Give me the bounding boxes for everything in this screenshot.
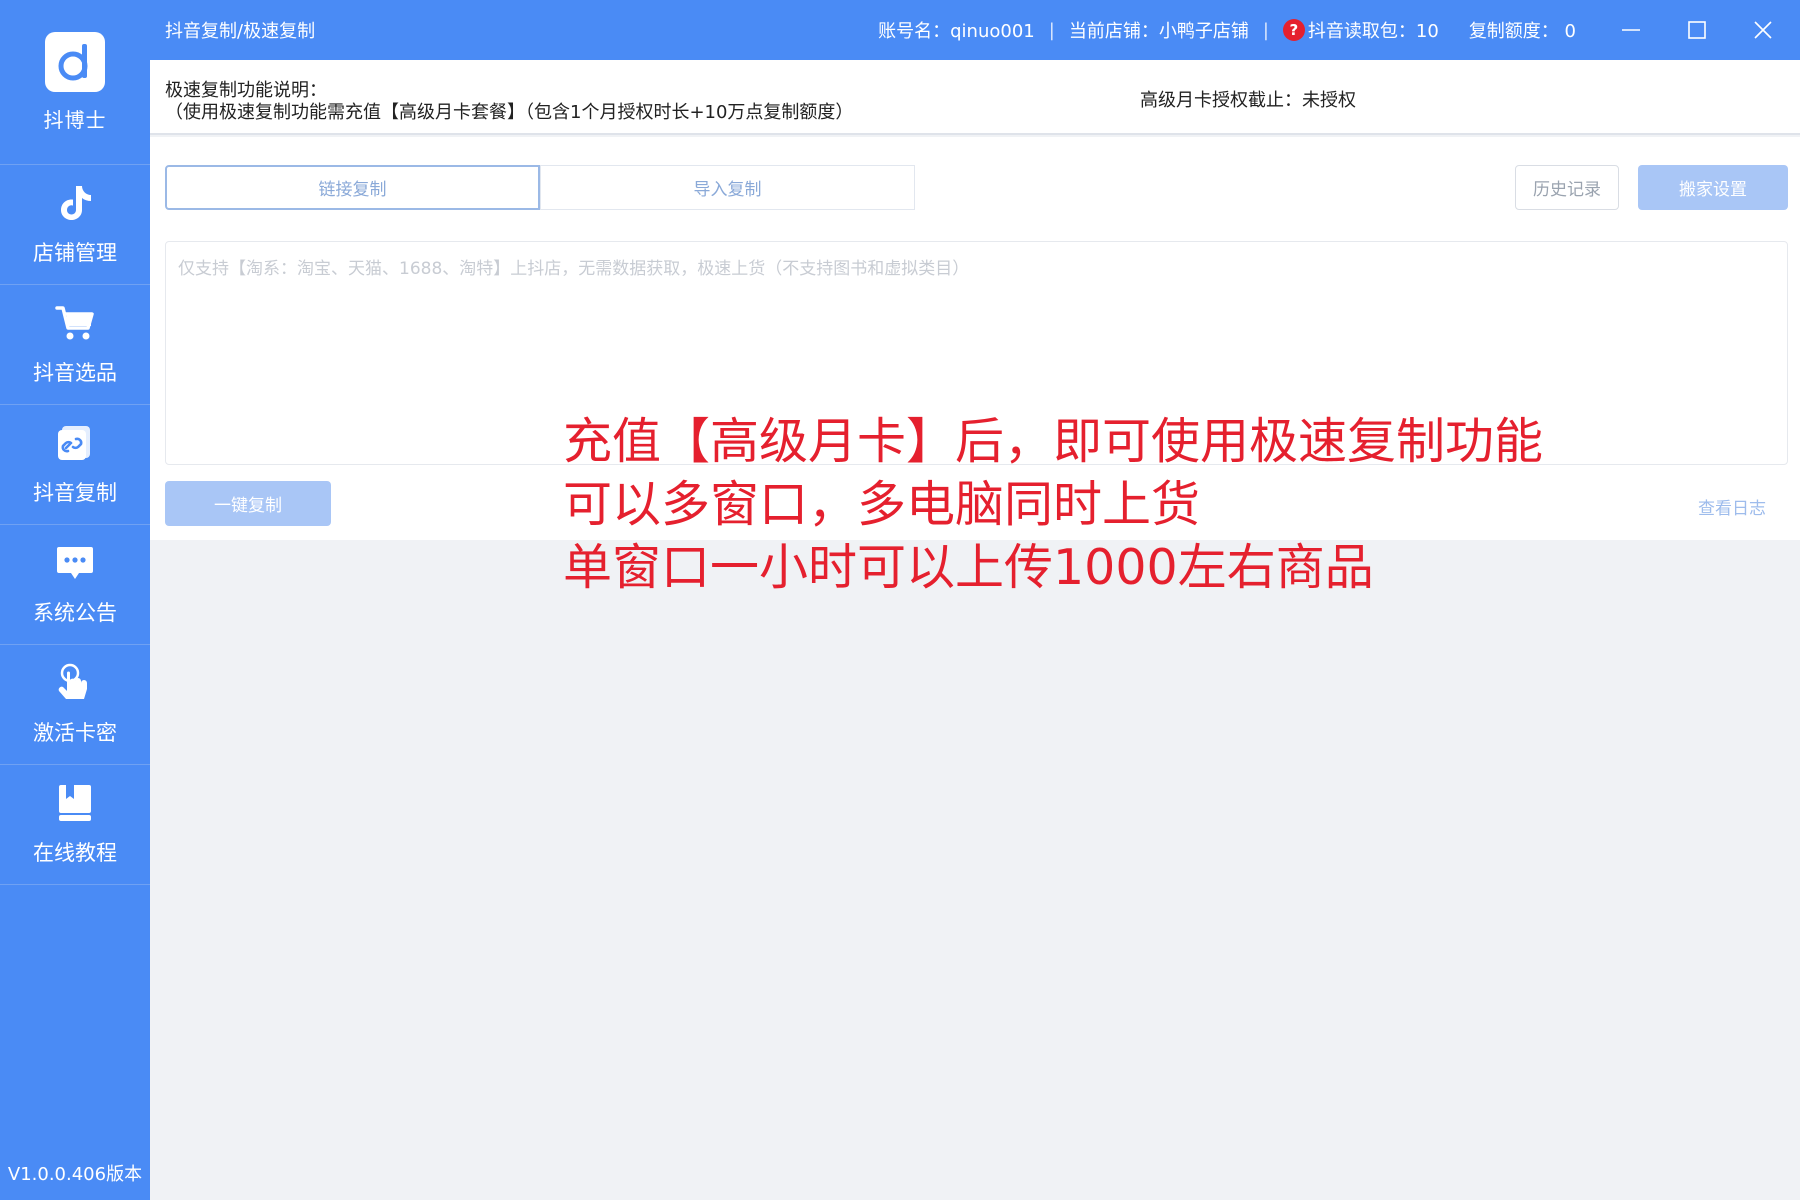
link-copy-icon [55, 423, 95, 463]
sidebar-item-activate-card[interactable]: 激活卡密 [0, 645, 150, 765]
sidebar-item-online-tutorial[interactable]: 在线教程 [0, 765, 150, 885]
logo-d-icon [58, 44, 88, 81]
promo-line: 单窗口一小时可以上传1000左右商品 [563, 539, 1374, 596]
chat-icon [55, 543, 95, 583]
sidebar-item-label: 激活卡密 [33, 720, 117, 745]
divider: | [1262, 19, 1269, 41]
promo-line: 充值【高级月卡】后，即可使用极速复制功能 [563, 413, 1544, 470]
sidebar-item-label: 店铺管理 [33, 240, 117, 265]
minimize-button[interactable] [1598, 0, 1664, 60]
title-bar: 抖音复制/极速复制 账号名：qinuo001 | 当前店铺：小鸭子店铺 | ? … [150, 0, 1800, 60]
cart-icon [55, 303, 95, 343]
authorization-status: 高级月卡授权截止：未授权 [1140, 90, 1356, 111]
sidebar-item-label: 抖音选品 [33, 360, 117, 385]
one-click-copy-button[interactable]: 一键复制 [165, 481, 331, 526]
info-description: （使用极速复制功能需充值【高级月卡套餐】（包含1个月授权时长+10万点复制额度） [165, 102, 854, 123]
sidebar-item-announcement[interactable]: 系统公告 [0, 525, 150, 645]
promo-annotation: 充值【高级月卡】后，即可使用极速复制功能 可以多窗口，多电脑同时上货 单窗口一小… [563, 410, 1543, 599]
window-title: 抖音复制/极速复制 [165, 21, 316, 42]
book-icon [55, 783, 95, 823]
sidebar-item-store-manage[interactable]: 店铺管理 [0, 165, 150, 285]
divider: | [1048, 19, 1055, 41]
version-label: V1.0.0.406版本 [7, 1164, 143, 1185]
tab-link-copy[interactable]: 链接复制 [165, 165, 540, 210]
tab-import-copy[interactable]: 导入复制 [540, 165, 915, 210]
view-log-link[interactable]: 查看日志 [1698, 494, 1766, 519]
maximize-button[interactable] [1664, 0, 1730, 60]
current-store: 当前店铺：小鸭子店铺 [1068, 21, 1249, 42]
close-icon [1754, 21, 1772, 39]
logo-block: 抖博士 [0, 0, 150, 165]
sidebar-item-douyin-copy[interactable]: 抖音复制 [0, 405, 150, 525]
close-button[interactable] [1730, 0, 1796, 60]
copy-quota: 复制额度： 0 [1468, 21, 1576, 42]
read-pack-count: 抖音读取包：10 [1307, 21, 1439, 42]
maximize-icon [1688, 21, 1706, 39]
sidebar-item-label: 抖音复制 [33, 480, 117, 505]
sidebar-item-label: 在线教程 [33, 840, 117, 865]
account-name: 账号名：qinuo001 [878, 21, 1035, 42]
title-bar-right: 账号名：qinuo001 | 当前店铺：小鸭子店铺 | ? 抖音读取包：10 复… [878, 0, 1800, 60]
sidebar: 抖博士 店铺管理 抖音选品 抖音复制 系统公告 激活卡密 在线教程 V1.0.0… [0, 0, 150, 1200]
copy-mode-tabs: 链接复制 导入复制 [165, 165, 915, 210]
sidebar-item-product-select[interactable]: 抖音选品 [0, 285, 150, 405]
minimize-icon [1622, 29, 1640, 31]
sidebar-item-label: 系统公告 [33, 600, 117, 625]
feature-info-panel: 极速复制功能说明： （使用极速复制功能需充值【高级月卡套餐】（包含1个月授权时长… [150, 60, 1800, 135]
promo-line: 可以多窗口，多电脑同时上货 [563, 476, 1201, 533]
help-icon[interactable]: ? [1282, 19, 1305, 41]
app-logo [45, 32, 105, 92]
app-name: 抖博士 [43, 108, 107, 132]
move-settings-button[interactable]: 搬家设置 [1638, 165, 1788, 210]
touch-hand-icon [55, 663, 95, 703]
tiktok-icon [55, 183, 95, 223]
history-button[interactable]: 历史记录 [1515, 165, 1619, 210]
